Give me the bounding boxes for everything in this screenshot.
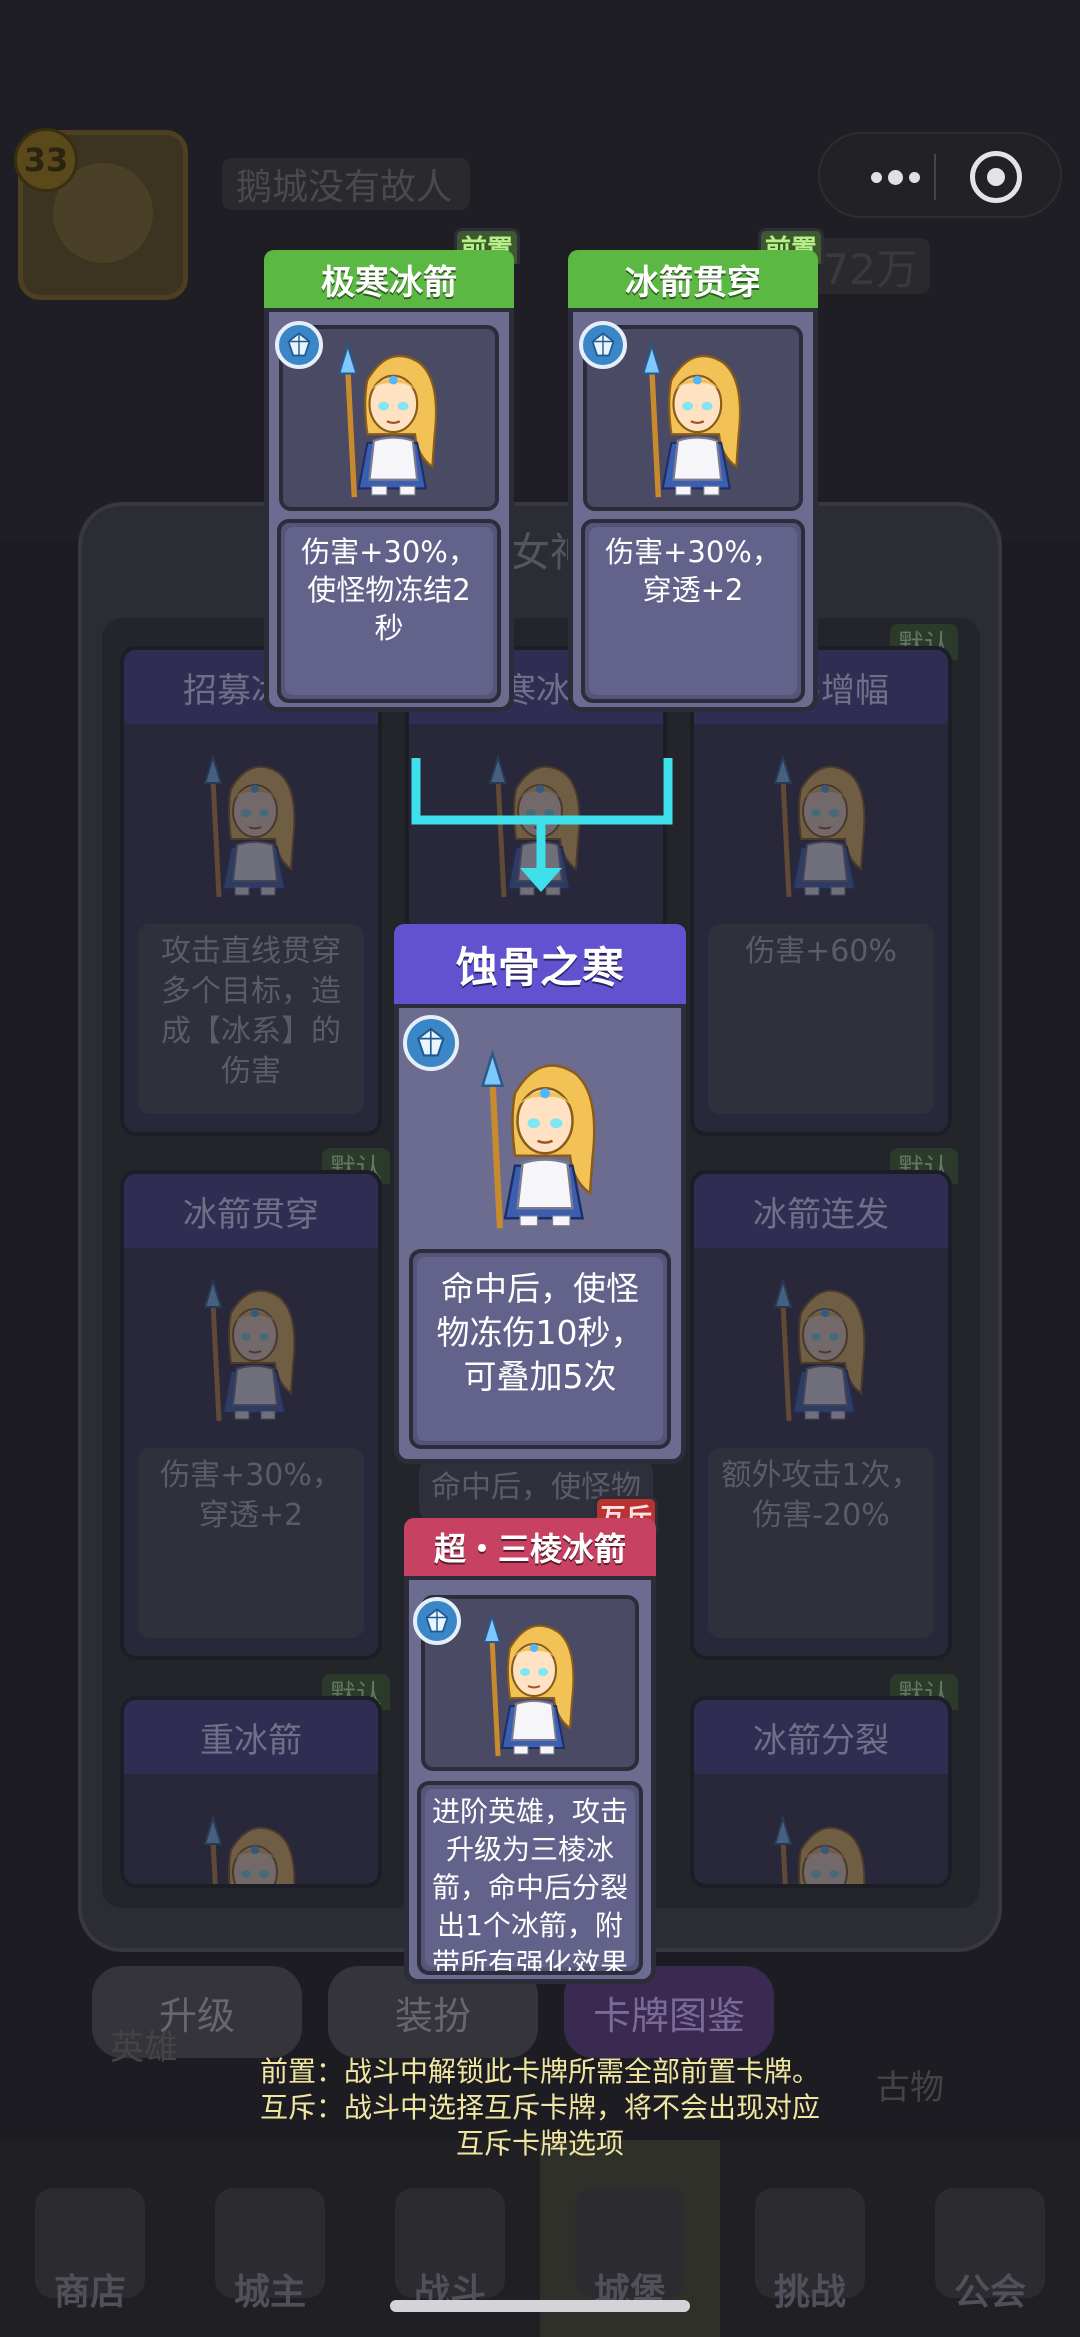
card-desc: 命中后，使怪物冻伤10秒，可叠加5次 [436, 1269, 644, 1396]
card-title: 极寒冰箭 [264, 250, 514, 312]
card-desc: 进阶英雄，攻击升级为三棱冰箭，命中后分裂出1个冰箭，附带所有强化效果 [431, 1795, 628, 1975]
prerequisite-card[interactable]: 冰箭贯穿 伤害+30%，穿透+2 [568, 250, 818, 712]
card-desc-box: 命中后，使怪物冻伤10秒，可叠加5次 [409, 1249, 671, 1449]
ice-element-icon [403, 1015, 459, 1071]
main-card[interactable]: 蚀骨之寒 命中后，使怪物冻伤10秒，可叠加5次 [394, 924, 686, 1464]
exclusive-card[interactable]: 超・三棱冰箭 进阶英雄，攻击升级为三棱冰箭，命中后分裂出1个冰箭，附带所有强化效… [404, 1518, 656, 1984]
ice-element-icon [579, 321, 627, 369]
exclusive-text-2: 互斥卡牌选项 [455, 2127, 624, 2160]
card-desc: 伤害+30%，穿透+2 [605, 535, 781, 607]
card-desc-box: 进阶英雄，攻击升级为三棱冰箭，命中后分裂出1个冰箭，附带所有强化效果 [417, 1781, 643, 1975]
prereq-text: 战斗中解锁此卡牌所需全部前置卡牌。 [344, 2055, 821, 2088]
legend-note: 前置： 战斗中解锁此卡牌所需全部前置卡牌。 互斥： 战斗中选择互斥卡牌，将不会出现对… [0, 2054, 1080, 2162]
ice-element-icon [275, 321, 323, 369]
card-title: 超・三棱冰箭 [404, 1518, 656, 1580]
card-desc-box: 伤害+30%，使怪物冻结2秒 [277, 519, 501, 703]
card-title: 冰箭贯穿 [568, 250, 818, 312]
card-desc: 伤害+30%，使怪物冻结2秒 [301, 535, 477, 645]
ice-element-icon [413, 1597, 461, 1645]
prereq-label: 前置： [259, 2055, 344, 2088]
prerequisite-card[interactable]: 极寒冰箭 伤害+30%，使怪物冻结2秒 [264, 250, 514, 712]
exclusive-label: 互斥： [259, 2091, 344, 2124]
card-desc-box: 伤害+30%，穿透+2 [581, 519, 805, 703]
home-indicator [390, 2300, 690, 2312]
exclusive-text: 战斗中选择互斥卡牌，将不会出现对应 [344, 2091, 821, 2124]
card-title: 蚀骨之寒 [394, 924, 686, 1008]
